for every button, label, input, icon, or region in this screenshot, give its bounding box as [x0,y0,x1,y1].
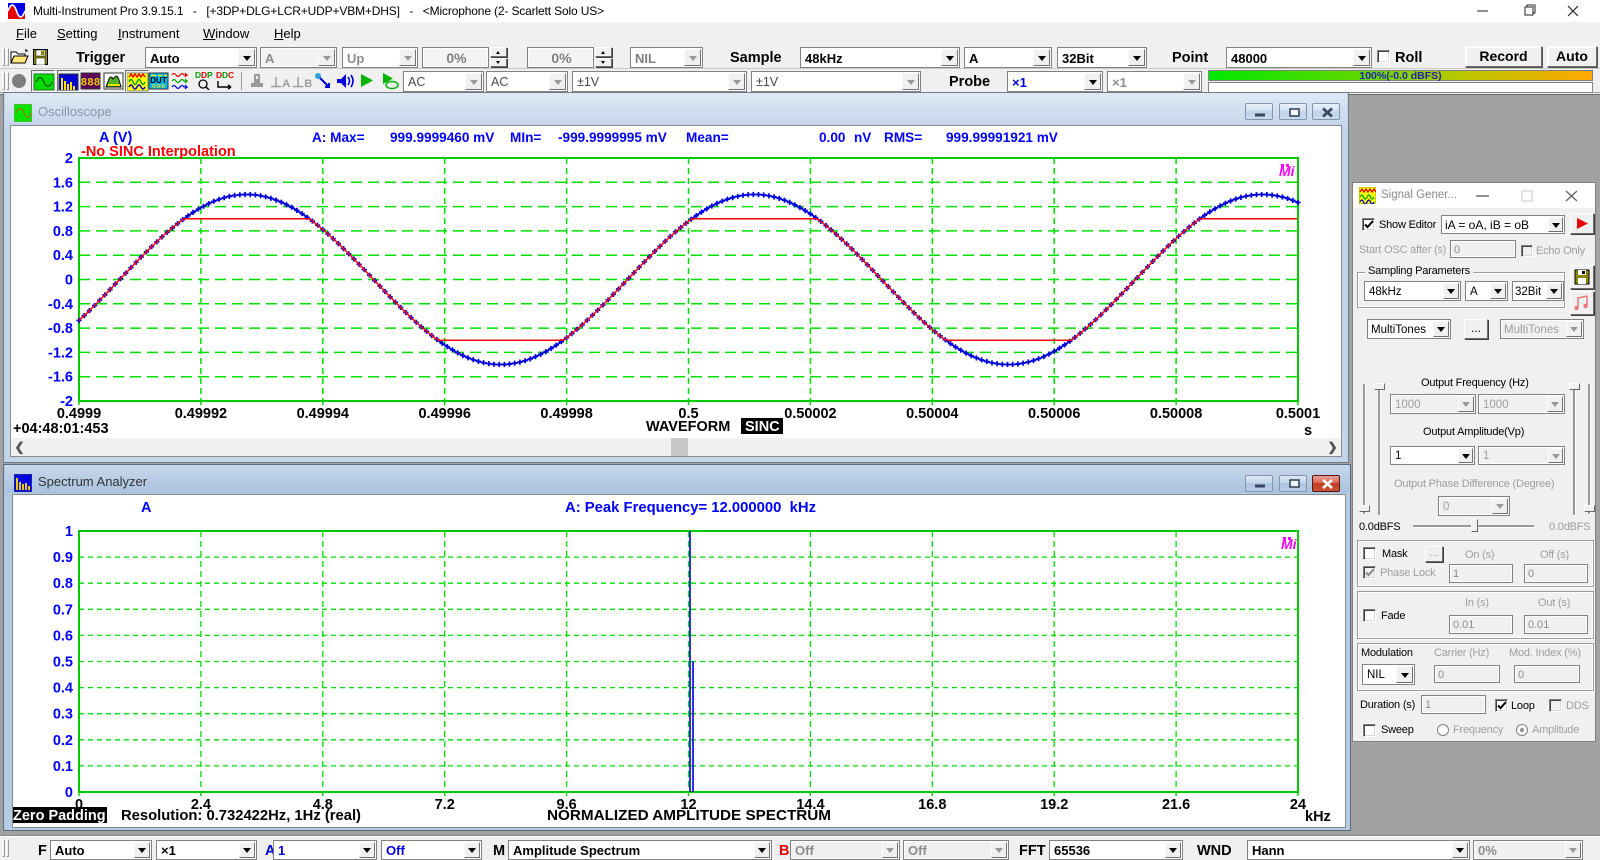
svg-text:0.1: 0.1 [53,759,73,775]
svg-text:1: 1 [65,524,73,540]
svg-text:0: 0 [65,785,73,801]
svg-text:0.4999: 0.4999 [57,406,101,422]
svg-text:-0.4: -0.4 [48,297,73,313]
svg-text:0.50002: 0.50002 [784,406,836,422]
svg-text:WAVEFORM: WAVEFORM [646,419,730,435]
svg-text:0.3: 0.3 [53,707,73,723]
svg-text:MIn=: MIn= [510,130,541,145]
svg-text:0.49996: 0.49996 [418,406,470,422]
svg-text:kHz: kHz [1305,809,1331,825]
svg-text:-1.6: -1.6 [48,370,73,386]
svg-text:999.9999460 mV: 999.9999460 mV [390,130,494,145]
svg-text:0.50006: 0.50006 [1028,406,1080,422]
svg-text:0.5001: 0.5001 [1276,406,1320,422]
svg-text:A: Max=: A: Max= [312,130,365,145]
svg-text:2: 2 [65,151,73,167]
svg-text:7.2: 7.2 [435,797,455,813]
svg-text:A: A [141,500,152,516]
svg-text:888: 888 [81,78,101,90]
svg-text:0.50008: 0.50008 [1150,406,1202,422]
svg-text:0.8: 0.8 [53,576,73,592]
svg-text:P: P [207,70,213,80]
svg-text:+04:48:01:453: +04:48:01:453 [13,421,109,437]
svg-text:19.2: 19.2 [1040,797,1068,813]
svg-text:0.49994: 0.49994 [297,406,349,422]
svg-text:0.8: 0.8 [53,224,73,240]
svg-text:0.5: 0.5 [53,655,73,671]
svg-text:0.49992: 0.49992 [175,406,227,422]
svg-text:0.49998: 0.49998 [540,406,592,422]
svg-text:1.6: 1.6 [53,175,73,191]
svg-text:0.50004: 0.50004 [906,406,958,422]
svg-text:s: s [1304,423,1312,438]
svg-text:999.99991921 mV: 999.99991921 mV [946,130,1058,145]
svg-text:-1.2: -1.2 [48,345,73,361]
svg-text:nV: nV [854,130,871,145]
svg-text:16.8: 16.8 [918,797,946,813]
svg-text:24: 24 [1290,797,1306,813]
svg-text:NORMALIZED AMPLITUDE SPECTRUM: NORMALIZED AMPLITUDE SPECTRUM [547,808,831,824]
svg-text:-999.9999995 mV: -999.9999995 mV [558,130,667,145]
svg-text:RMS=: RMS= [884,130,922,145]
svg-text:A: Peak Frequency= 12.000000: A: Peak Frequency= 12.000000 kHz [565,500,816,516]
svg-text:0.9: 0.9 [53,550,73,566]
svg-text:0.4: 0.4 [53,248,73,264]
svg-text:21.6: 21.6 [1162,797,1190,813]
svg-text:0.00: 0.00 [819,130,845,145]
svg-text:SINC: SINC [745,419,780,435]
svg-text:1.2: 1.2 [53,200,73,216]
svg-text:0: 0 [65,273,73,289]
svg-text:0.4: 0.4 [53,681,73,697]
svg-text:Resolution: 0.732422Hz, 1Hz (r: Resolution: 0.732422Hz, 1Hz (real) [121,808,361,824]
svg-text:0.7: 0.7 [53,602,73,618]
svg-text:-0.8: -0.8 [48,321,73,337]
svg-text:C: C [228,70,234,80]
svg-text:Zero Padding: Zero Padding [13,808,106,824]
svg-text:-No SINC Interpolation: -No SINC Interpolation [81,144,236,160]
svg-text:0.2: 0.2 [53,733,73,749]
svg-text:Mean=: Mean= [686,130,729,145]
svg-text:DUT: DUT [150,76,167,85]
svg-text:0.6: 0.6 [53,628,73,644]
